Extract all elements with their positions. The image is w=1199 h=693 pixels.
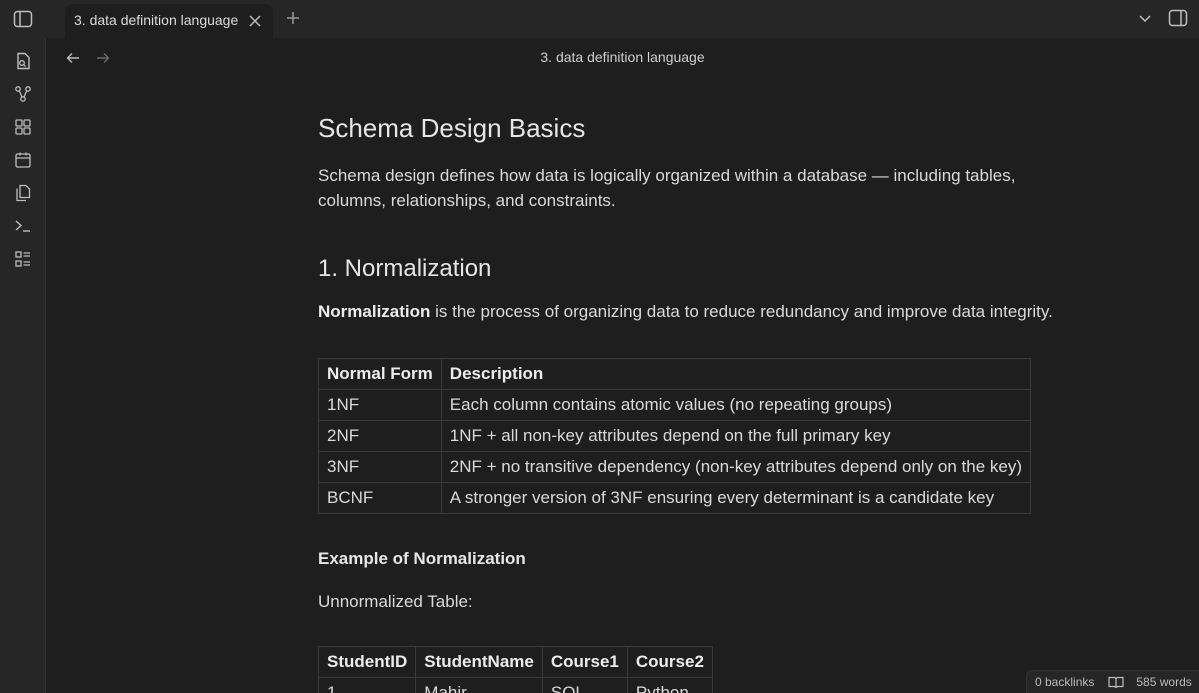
student-table: StudentID StudentName Course1 Course2 1 … (317, 646, 713, 693)
heading-4: Example of Normalization (318, 549, 526, 568)
heading-2: 1. Normalization (318, 255, 492, 282)
table-row: 1NF Each column contains atomic values (… (318, 389, 1032, 421)
table-cell: Python (626, 677, 713, 693)
table-header-cell: StudentID (317, 646, 417, 678)
copy-pages-icon[interactable] (12, 182, 34, 204)
status-bar: 0 backlinks 585 words (1026, 670, 1199, 693)
unnormalized-label: Unnormalized Table: (318, 592, 473, 611)
intro-paragraph: Schema design defines how data is logica… (318, 166, 1016, 210)
editor-view: 3. data definition language Schema Desig… (46, 38, 1199, 693)
reading-mode-icon[interactable] (1108, 675, 1124, 689)
table-header-cell: Course1 (541, 646, 628, 678)
graph-view-icon[interactable] (12, 83, 34, 105)
canvas-icon[interactable] (12, 116, 34, 138)
table-header-cell: StudentName (415, 646, 543, 678)
table-cell: BCNF (318, 482, 442, 514)
title-bar: 3. data definition language (0, 0, 1199, 38)
normal-forms-table: Normal Form Description 1NF Each column … (318, 358, 1032, 514)
table-cell: Mahir (415, 677, 543, 693)
table-row: 2NF 1NF + all non-key attributes depend … (318, 420, 1032, 452)
table-cell: Each column contains atomic values (no r… (440, 389, 1032, 421)
table-row: 3NF 2NF + no transitive dependency (non-… (318, 451, 1032, 483)
new-tab-icon[interactable] (283, 8, 303, 28)
table-cell: 2NF + no transitive dependency (non-key … (440, 451, 1032, 483)
list-icon[interactable] (12, 248, 34, 270)
table-cell: 1NF (318, 389, 442, 421)
table-header-row: Normal Form Description (318, 358, 1032, 390)
normalization-paragraph: Normalization is the process of organizi… (318, 302, 1053, 322)
calendar-icon[interactable] (12, 149, 34, 171)
left-ribbon (0, 38, 46, 693)
table-header-row: StudentID StudentName Course1 Course2 (317, 646, 713, 678)
table-cell: 1NF + all non-key attributes depend on t… (440, 420, 1032, 452)
tab-active[interactable]: 3. data definition language (65, 4, 273, 38)
table-header-cell: Normal Form (318, 358, 442, 390)
file-switcher-icon[interactable] (12, 50, 34, 72)
right-sidebar-toggle-icon[interactable] (1167, 7, 1189, 29)
table-row: BCNF A stronger version of 3NF ensuring … (318, 482, 1032, 514)
table-cell: SQL (541, 677, 628, 693)
terminal-icon[interactable] (12, 215, 34, 237)
left-sidebar-toggle-icon[interactable] (12, 8, 34, 30)
bold-term: Normalization (318, 302, 431, 321)
table-header-cell: Course2 (626, 646, 713, 678)
paragraph-text: is the process of organizing data to red… (430, 302, 1053, 321)
table-cell: 3NF (318, 451, 442, 483)
view-header-title[interactable]: 3. data definition language (46, 49, 1199, 65)
table-cell: 2NF (318, 420, 442, 452)
word-count: 585 words (1136, 675, 1192, 689)
chevron-down-icon[interactable] (1135, 9, 1155, 29)
table-row: 1 Mahir SQL Python (317, 677, 713, 693)
table-cell: A stronger version of 3NF ensuring every… (440, 482, 1032, 514)
backlinks-count[interactable]: 0 backlinks (1035, 675, 1094, 689)
tab-title: 3. data definition language (74, 12, 239, 28)
table-header-cell: Description (440, 358, 1032, 390)
table-cell: 1 (317, 677, 417, 693)
heading-1: Schema Design Basics (318, 113, 586, 143)
close-icon[interactable] (246, 12, 264, 30)
